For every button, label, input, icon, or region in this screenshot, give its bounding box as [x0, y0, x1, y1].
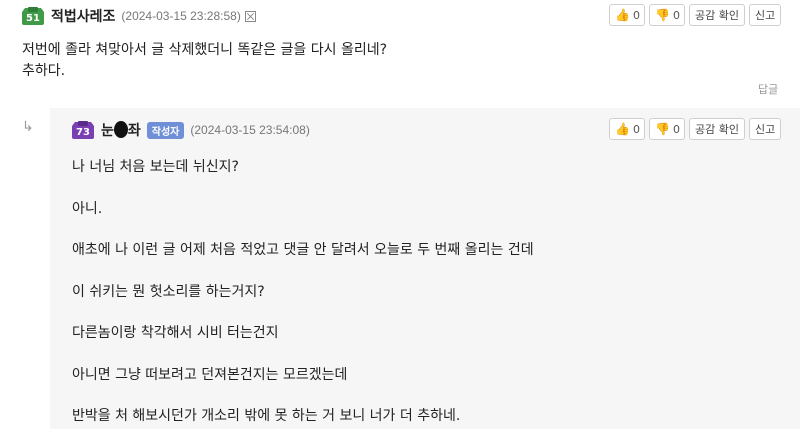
delete-box-icon[interactable]: [244, 10, 256, 22]
like-count: 0: [632, 8, 640, 22]
reply-arrow-icon: ↳: [22, 119, 34, 135]
reply-line: 아니.: [72, 201, 103, 217]
level-badge-icon: 51: [21, 6, 45, 26]
reply-line: 이 쉬키는 뭔 헛소리를 하는거지?: [72, 284, 265, 300]
like-button[interactable]: 👍 0: [609, 4, 645, 26]
check-likes-button[interactable]: 공감 확인: [689, 4, 745, 26]
report-button[interactable]: 신고: [748, 4, 782, 26]
reply-nickname[interactable]: 눈좌: [101, 120, 141, 141]
reply-link[interactable]: 답글: [758, 81, 778, 97]
comment-body: 저번에 졸라 쳐맞아서 글 삭제했더니 똑같은 글을 다시 올리네? 추하다.: [22, 40, 387, 82]
thumbs-down-icon: 👎: [655, 122, 670, 136]
dislike-count: 0: [672, 8, 680, 22]
reply-line: 나 너님 처음 보는데 뉘신지?: [72, 159, 239, 175]
comment: 51 적법사레조 (2024-03-15 23:28:58) 👍 0 👎 0 공…: [0, 0, 800, 108]
timestamp: (2024-03-15 23:28:58): [121, 9, 241, 23]
comment-header: 51 적법사레조 (2024-03-15 23:28:58): [21, 5, 256, 27]
reply-header: 73 눈좌 작성자 (2024-03-15 23:54:08): [71, 119, 310, 141]
reply-line: 아니면 그냥 떠보려고 던져본건지는 모르겠는데: [72, 367, 348, 383]
thumbs-up-icon: 👍: [615, 8, 630, 22]
comment-line: 저번에 졸라 쳐맞아서 글 삭제했더니 똑같은 글을 다시 올리네?: [22, 42, 388, 58]
check-likes-button[interactable]: 공감 확인: [689, 118, 745, 140]
nickname[interactable]: 적법사레조: [51, 6, 115, 26]
reply-actions: 👍 0 👎 0 공감 확인 신고: [609, 118, 782, 140]
reply-line: 애초에 나 이런 글 어제 처음 적었고 댓글 안 달려서 오늘로 두 번째 올…: [72, 242, 534, 258]
like-button[interactable]: 👍 0: [609, 118, 645, 140]
thumbs-down-icon: 👎: [655, 8, 670, 22]
reply-line: 다른놈이랑 착각해서 시비 터는건지: [72, 325, 279, 341]
report-button[interactable]: 신고: [748, 118, 782, 140]
comment-actions: 👍 0 👎 0 공감 확인 신고: [609, 4, 782, 26]
comment-line: 추하다.: [22, 63, 66, 79]
dislike-count: 0: [672, 122, 680, 136]
redaction-blot: [113, 121, 128, 139]
thumbs-up-icon: 👍: [615, 122, 630, 136]
author-badge: 작성자: [146, 121, 185, 139]
reply-timestamp: (2024-03-15 23:54:08): [190, 123, 310, 137]
reply-line: 반박을 처 해보시던가 개소리 밖에 못 하는 거 보니 너가 더 추하네.: [72, 408, 461, 424]
like-count: 0: [632, 122, 640, 136]
dislike-button[interactable]: 👎 0: [649, 118, 685, 140]
level-badge-icon: 73: [71, 120, 95, 140]
dislike-button[interactable]: 👎 0: [649, 4, 685, 26]
